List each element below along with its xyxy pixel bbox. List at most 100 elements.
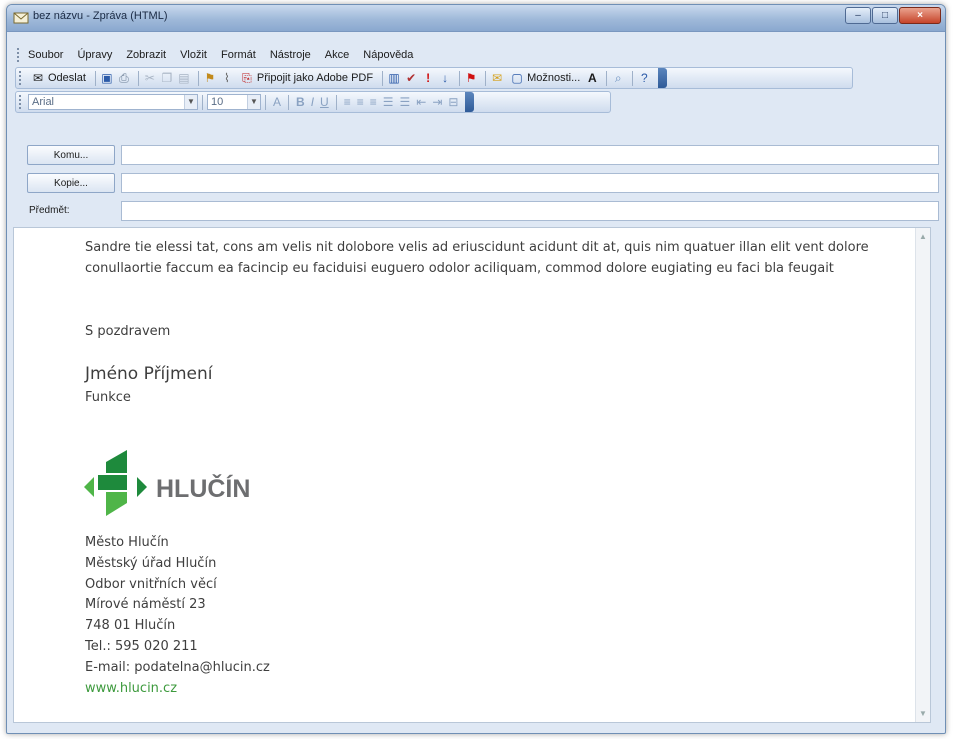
window-title: bez názvu - Zpráva (HTML) [33,10,168,22]
print-icon[interactable]: ⎙ [117,71,131,85]
options-button[interactable]: ▢ Možnosti... [507,69,583,87]
align-center-icon[interactable]: ≡ [357,95,364,109]
closing-text: S pozdravem [85,324,171,339]
toolbar-grip[interactable] [19,95,24,109]
hlucin-logo: HLUČÍN [84,450,250,516]
pdf-icon: ⎘ [242,71,252,85]
maximize-button[interactable]: □ [872,7,898,24]
logo-bottom-block [106,492,127,516]
help-icon[interactable]: ? [637,71,651,85]
close-button[interactable]: × [899,7,941,24]
logo-right-arrow [137,477,147,497]
check-names-icon[interactable]: ✔ [404,71,418,85]
align-right-icon[interactable]: ≡ [370,95,377,109]
vertical-scrollbar[interactable]: ▲ ▼ [915,228,930,722]
address-line: Město Hlučín [85,535,169,550]
menu-zobrazit[interactable]: Zobrazit [126,49,166,61]
to-field[interactable] [121,145,939,165]
flag-icon[interactable]: ⚑ [464,71,478,85]
attach-pdf-label: Připojit jako Adobe PDF [256,72,374,84]
logo-middle-block [98,475,127,490]
menu-vlozit[interactable]: Vložit [180,49,207,61]
font-size-combo[interactable]: 10 ▼ [207,94,261,110]
address-line: Mírové náměstí 23 [85,597,206,613]
formatting-toolbar: Arial ▼ 10 ▼ A B I U ≡ ≡ ≡ ☰ ☰ ⇤ ⇥ ⊟ [15,91,611,113]
zoom-icon[interactable]: ⌕ [611,71,625,85]
menu-format[interactable]: Formát [221,49,256,61]
toolbar-grip[interactable] [19,71,24,85]
message-body[interactable]: Sandre tie elessi tat, cons am velis nit… [13,227,931,723]
options-icon: ▢ [511,71,523,85]
signature-address: Město Hlučín Městský úřad Hlučín Odbor v… [85,533,270,699]
font-size-value: 10 [211,96,224,108]
logo-left-arrow [84,477,94,497]
phone-line: Tel.: 595 020 211 [85,638,198,654]
cc-field[interactable] [121,173,939,193]
options-label: Možnosti... [527,72,581,84]
font-color-button[interactable]: A [273,95,281,109]
menu-nastroje[interactable]: Nástroje [270,49,311,61]
scroll-down-icon[interactable]: ▼ [919,709,927,718]
menu-akce[interactable]: Akce [325,49,349,61]
scroll-up-icon[interactable]: ▲ [919,232,927,241]
address-line: 748 01 Hlučín [85,618,176,634]
website-link[interactable]: www.hlucin.cz [85,679,270,700]
body-paragraph: Sandre tie elessi tat, cons am velis nit… [85,240,869,276]
low-importance-icon[interactable]: ↓ [438,71,452,85]
toolbar-separator [202,94,203,110]
increase-indent-icon[interactable]: ⇥ [432,95,442,109]
attach-as-pdf-button[interactable]: ⎘ Připojit jako Adobe PDF [237,69,376,87]
toolbar-separator [265,94,266,110]
line-icon[interactable]: ⊟ [448,95,458,109]
toolbar-separator [382,70,384,86]
paperclip-icon[interactable]: ⌇ [220,71,234,85]
toolbar-separator [197,70,199,86]
toolbar-overflow-button[interactable] [658,68,668,88]
high-importance-icon[interactable]: ! [421,71,435,85]
menu-grip[interactable] [17,48,22,62]
envelope-icon[interactable]: ✉ [490,71,504,85]
align-left-icon[interactable]: ≡ [344,95,351,109]
toolbar-separator [459,70,461,86]
menu-napoveda[interactable]: Nápověda [363,49,413,61]
menu-upravy[interactable]: Úpravy [77,49,112,61]
cc-button[interactable]: Kopie... [27,173,115,193]
logo-top-block [106,450,127,473]
menu-soubor[interactable]: Soubor [28,49,63,61]
signature-function: Funkce [85,390,131,405]
envelope-icon [13,12,29,24]
toolbar-separator [606,70,608,86]
email-line: E-mail: podatelna@hlucin.cz [85,659,270,675]
standard-toolbar: ✉ Odeslat ▣ ⎙ ✂ ❐ ▤ ⚑ ⌇ ⎘ Připojit jako … [15,67,853,89]
to-button[interactable]: Komu... [27,145,115,165]
cut-icon[interactable]: ✂ [143,71,157,85]
toolbar-separator [288,94,290,110]
chevron-down-icon: ▼ [184,95,197,109]
chevron-down-icon: ▼ [247,95,260,109]
address-book-icon[interactable]: ▥ [387,71,401,85]
subject-field[interactable] [121,201,939,221]
numbered-list-icon[interactable]: ☰ [383,95,394,109]
font-size-icon[interactable]: A [585,71,599,85]
attach-icon[interactable]: ⚑ [203,71,217,85]
save-icon[interactable]: ▣ [100,71,114,85]
minimize-button[interactable]: – [845,7,871,24]
address-line: Městský úřad Hlučín [85,555,217,571]
bold-button[interactable]: B [296,95,305,109]
underline-button[interactable]: U [320,95,329,109]
copy-icon[interactable]: ❐ [160,71,174,85]
paste-icon[interactable]: ▤ [177,71,191,85]
font-name-value: Arial [32,96,55,108]
toolbar-overflow-button[interactable] [465,92,475,112]
logo-text: HLUČÍN [156,473,250,503]
title-bar: bez názvu - Zpráva (HTML) – □ × [7,5,945,32]
send-button[interactable]: ✉ Odeslat [28,69,89,87]
font-name-combo[interactable]: Arial ▼ [28,94,198,110]
decrease-indent-icon[interactable]: ⇤ [416,95,426,109]
toolbar-separator [335,94,337,110]
toolbar-separator [485,70,487,86]
send-label: Odeslat [48,72,86,84]
subject-label: Předmět: [29,205,70,216]
italic-button[interactable]: I [311,95,314,109]
bullet-list-icon[interactable]: ☰ [400,95,411,109]
